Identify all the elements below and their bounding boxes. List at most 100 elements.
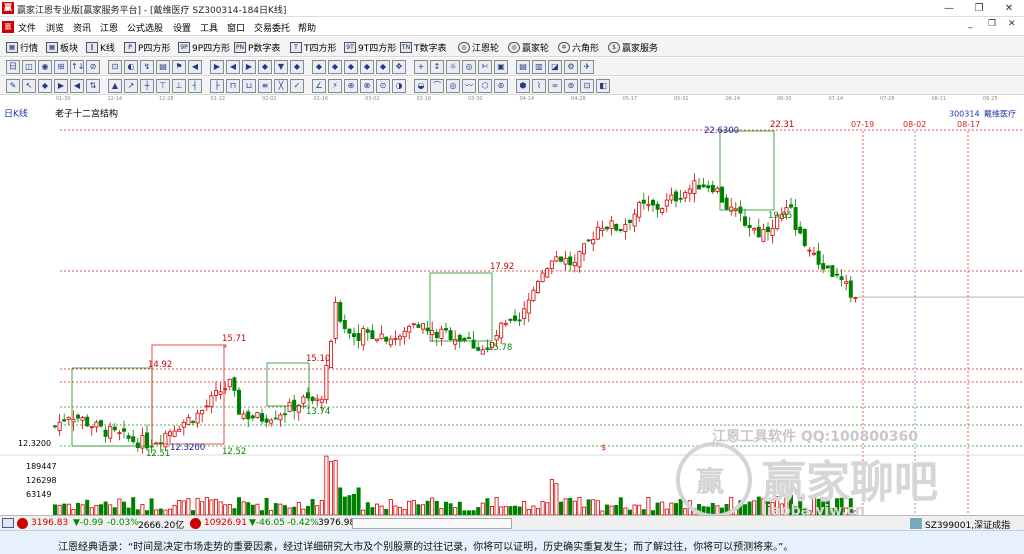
toolbar2-tool-8-icon[interactable]: ↯ xyxy=(140,60,154,74)
toolbar2-tool-2-icon[interactable]: ◉ xyxy=(38,60,52,74)
toolbar3-tool-33-icon[interactable]: ⊚ xyxy=(564,79,578,93)
toolbar2-tool-0-icon[interactable]: 日 xyxy=(6,60,20,74)
toolbar3-tool-19-icon[interactable]: ⚡ xyxy=(328,79,342,93)
menu-formula[interactable]: 公式选股 xyxy=(127,21,163,34)
toolbar-block-button[interactable]: ▦ 板块 xyxy=(46,41,78,54)
toolbar3-tool-30-icon[interactable]: ⬢ xyxy=(516,79,530,93)
menu-settings[interactable]: 设置 xyxy=(173,21,191,34)
toolbar-gann-wheel-button[interactable]: ◎ 江恩轮 xyxy=(458,41,499,54)
toolbar2-tool-30-icon[interactable]: ▤ xyxy=(516,60,530,74)
toolbar2-tool-7-icon[interactable]: ◐ xyxy=(124,60,138,74)
menu-window[interactable]: 窗口 xyxy=(227,21,245,34)
toolbar3-tool-15-icon[interactable]: ≡ xyxy=(258,79,272,93)
toolbar-t-square-button[interactable]: T T四方形 xyxy=(290,41,337,54)
toolbar3-tool-12-icon[interactable]: ├ xyxy=(210,79,224,93)
menu-info[interactable]: 资讯 xyxy=(73,21,91,34)
minimize-button[interactable]: — xyxy=(934,0,964,17)
toolbar2-tool-20-icon[interactable]: ◆ xyxy=(344,60,358,74)
toolbar3-tool-34-icon[interactable]: ⊡ xyxy=(580,79,594,93)
toolbar3-tool-6-icon[interactable]: ▲ xyxy=(108,79,122,93)
toolbar2-tool-33-icon[interactable]: ⚙ xyxy=(564,60,578,74)
toolbar3-tool-28-icon[interactable]: ⬡ xyxy=(478,79,492,93)
toolbar2-tool-19-icon[interactable]: ◆ xyxy=(328,60,342,74)
toolbar2-tool-23-icon[interactable]: ✥ xyxy=(392,60,406,74)
kline-chart[interactable]: 日K线 老子十二宫结构 300314 戴维医疗 12.3200 189447 126298 6… xyxy=(0,105,1024,515)
toolbar2-tool-1-icon[interactable]: ◫ xyxy=(22,60,36,74)
toolbar3-tool-23-icon[interactable]: ◑ xyxy=(392,79,406,93)
toolbar3-tool-16-icon[interactable]: ╳ xyxy=(274,79,288,93)
toolbar3-tool-35-icon[interactable]: ◧ xyxy=(596,79,610,93)
kline-chart-area[interactable]: 日K线 老子十二宫结构 300314 戴维医疗 12.3200 189447 126298 6… xyxy=(0,105,1024,515)
maximize-button[interactable]: ❐ xyxy=(964,0,994,17)
toolbar3-tool-5-icon[interactable]: ⇅ xyxy=(86,79,100,93)
toolbar3-tool-7-icon[interactable]: ↗ xyxy=(124,79,138,93)
toolbar2-tool-14-icon[interactable]: ▶ xyxy=(242,60,256,74)
toolbar2-tool-24-icon[interactable]: + xyxy=(414,60,428,74)
mdi-close-button[interactable]: ✕ xyxy=(1008,19,1016,29)
toolbar2-tool-34-icon[interactable]: ✈ xyxy=(580,60,594,74)
menu-trade[interactable]: 交易委托 xyxy=(254,21,290,34)
mdi-restore-button[interactable]: ❐ xyxy=(988,19,996,29)
toolbar-dollar-button[interactable]: $ 赢家服务 xyxy=(608,41,658,54)
toolbar2-tool-15-icon[interactable]: ◆ xyxy=(258,60,272,74)
toolbar2-tool-29-icon[interactable]: ▣ xyxy=(494,60,508,74)
toolbar2-tool-32-icon[interactable]: ◪ xyxy=(548,60,562,74)
menu-file[interactable]: 文件 xyxy=(18,21,36,34)
mdi-minimize-button[interactable]: _ xyxy=(968,19,973,29)
menu-help[interactable]: 帮助 xyxy=(298,21,316,34)
toolbar3-tool-29-icon[interactable]: ⊛ xyxy=(494,79,508,93)
toolbar3-tool-17-icon[interactable]: ✓ xyxy=(290,79,304,93)
toolbar-9t-square-button[interactable]: 9T 9T四方形 xyxy=(344,41,396,54)
toolbar2-tool-27-icon[interactable]: ◎ xyxy=(462,60,476,74)
toolbar3-tool-18-icon[interactable]: ∠ xyxy=(312,79,326,93)
toolbar3-tool-11-icon[interactable]: ┤ xyxy=(188,79,202,93)
toolbar3-tool-22-icon[interactable]: ⊙ xyxy=(376,79,390,93)
toolbar2-tool-4-icon[interactable]: ↑↓ xyxy=(70,60,84,74)
toolbar2-tool-10-icon[interactable]: ⚑ xyxy=(172,60,186,74)
toolbar2-tool-5-icon[interactable]: ⊘ xyxy=(86,60,100,74)
status-scroll-area[interactable] xyxy=(352,518,512,529)
toolbar3-tool-14-icon[interactable]: ⊔ xyxy=(242,79,256,93)
toolbar3-tool-9-icon[interactable]: ⊤ xyxy=(156,79,170,93)
toolbar3-tool-31-icon[interactable]: ⌇ xyxy=(532,79,546,93)
toolbar2-tool-31-icon[interactable]: ▥ xyxy=(532,60,546,74)
toolbar2-tool-3-icon[interactable]: ⊞ xyxy=(54,60,68,74)
toolbar2-tool-22-icon[interactable]: ◆ xyxy=(376,60,390,74)
menu-gann[interactable]: 江恩 xyxy=(100,21,118,34)
toolbar3-tool-2-icon[interactable]: ◆ xyxy=(38,79,52,93)
toolbar-p-table-button[interactable]: PN P数字表 xyxy=(234,41,280,54)
toolbar2-tool-26-icon[interactable]: ☼ xyxy=(446,60,460,74)
close-button[interactable]: ✕ xyxy=(994,0,1024,17)
toolbar2-tool-13-icon[interactable]: ◀ xyxy=(226,60,240,74)
toolbar3-tool-10-icon[interactable]: ⊥ xyxy=(172,79,186,93)
toolbar2-tool-16-icon[interactable]: ▼ xyxy=(274,60,288,74)
toolbar-kline-button[interactable]: ‖ K线 xyxy=(86,41,115,54)
toolbar-9p-square-button[interactable]: 9P 9P四方形 xyxy=(178,41,230,54)
toolbar-winner-wheel-button[interactable]: ◎ 赢家轮 xyxy=(508,41,549,54)
toolbar3-tool-8-icon[interactable]: ┼ xyxy=(140,79,154,93)
toolbar2-tool-17-icon[interactable]: ◆ xyxy=(290,60,304,74)
toolbar2-tool-9-icon[interactable]: ▤ xyxy=(156,60,170,74)
toolbar-hexagon-button[interactable]: ✡ 六角形 xyxy=(558,41,599,54)
toolbar2-tool-12-icon[interactable]: ▶ xyxy=(210,60,224,74)
toolbar-grid-button[interactable]: ▦ 行情 xyxy=(6,41,38,54)
toolbar3-tool-24-icon[interactable]: ◒ xyxy=(414,79,428,93)
toolbar3-tool-20-icon[interactable]: ⊕ xyxy=(344,79,358,93)
toolbar2-tool-28-icon[interactable]: ✄ xyxy=(478,60,492,74)
toolbar2-tool-6-icon[interactable]: ⊡ xyxy=(108,60,122,74)
toolbar3-tool-4-icon[interactable]: ◀ xyxy=(70,79,84,93)
toolbar2-tool-25-icon[interactable]: ↕ xyxy=(430,60,444,74)
toolbar2-tool-11-icon[interactable]: ◀ xyxy=(188,60,202,74)
toolbar3-tool-0-icon[interactable]: ✎ xyxy=(6,79,20,93)
toolbar-p-square-button[interactable]: P P四方形 xyxy=(124,41,170,54)
toolbar3-tool-3-icon[interactable]: ▶ xyxy=(54,79,68,93)
toolbar3-tool-32-icon[interactable]: ∞ xyxy=(548,79,562,93)
toolbar3-tool-21-icon[interactable]: ⊗ xyxy=(360,79,374,93)
toolbar2-tool-18-icon[interactable]: ◆ xyxy=(312,60,326,74)
toolbar-t-table-button[interactable]: TN T数字表 xyxy=(400,41,447,54)
toolbar3-tool-25-icon[interactable]: ⌒ xyxy=(430,79,444,93)
toolbar3-tool-1-icon[interactable]: ↖ xyxy=(22,79,36,93)
menu-browse[interactable]: 浏览 xyxy=(46,21,64,34)
toolbar3-tool-27-icon[interactable]: 〰 xyxy=(462,79,476,93)
index-grid-icon[interactable] xyxy=(2,518,14,528)
